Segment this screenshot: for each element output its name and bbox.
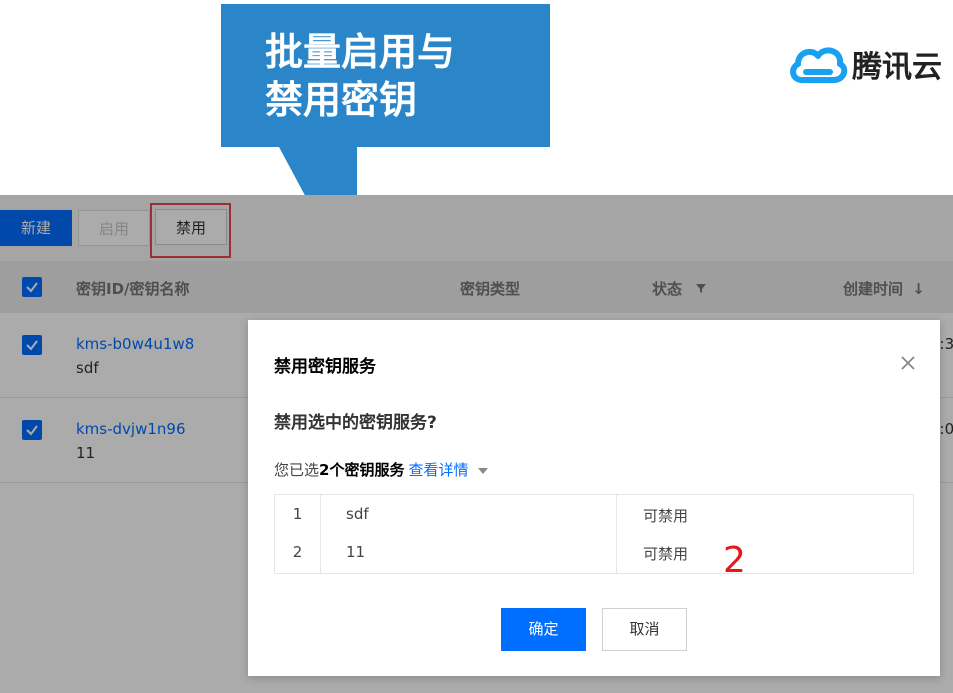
item-name: sdf <box>346 505 369 523</box>
confirm-button[interactable]: 确定 <box>501 608 586 651</box>
item-name: 11 <box>346 543 366 561</box>
callout-text: 批量启用与 禁用密钥 <box>265 30 456 122</box>
callout-tail <box>279 147 357 195</box>
close-icon[interactable] <box>898 353 918 373</box>
item-index: 2 <box>292 543 303 561</box>
summary-prefix: 您已选 <box>274 461 320 479</box>
brand-logo: 腾讯云 <box>788 42 942 86</box>
cancel-button[interactable]: 取消 <box>602 608 687 651</box>
dialog-title: 禁用密钥服务 <box>274 357 376 377</box>
item-status: 可禁用 <box>643 507 689 525</box>
dialog-question: 禁用选中的密钥服务? <box>274 413 437 433</box>
callout-banner: 批量启用与 禁用密钥 <box>221 4 550 147</box>
list-item: 1 sdf 可禁用 <box>275 495 913 533</box>
step-annotation: 2 <box>723 540 746 581</box>
caret-down-icon[interactable] <box>478 467 489 474</box>
brand-name: 腾讯云 <box>852 50 942 85</box>
list-item: 2 11 可禁用 <box>275 533 913 571</box>
cloud-logo-icon <box>790 47 848 83</box>
view-details-link[interactable]: 查看详情 <box>408 459 468 480</box>
item-index: 1 <box>292 505 303 523</box>
selection-summary: 您已选 2个密钥服务 查看详情 <box>274 459 489 480</box>
summary-count: 2个密钥服务 <box>319 461 405 479</box>
selected-keys-list: 1 sdf 可禁用 2 11 可禁用 <box>274 494 914 574</box>
item-status: 可禁用 <box>643 545 689 563</box>
disable-key-dialog: 禁用密钥服务 禁用选中的密钥服务? 您已选 2个密钥服务 查看详情 1 sdf … <box>248 320 940 676</box>
